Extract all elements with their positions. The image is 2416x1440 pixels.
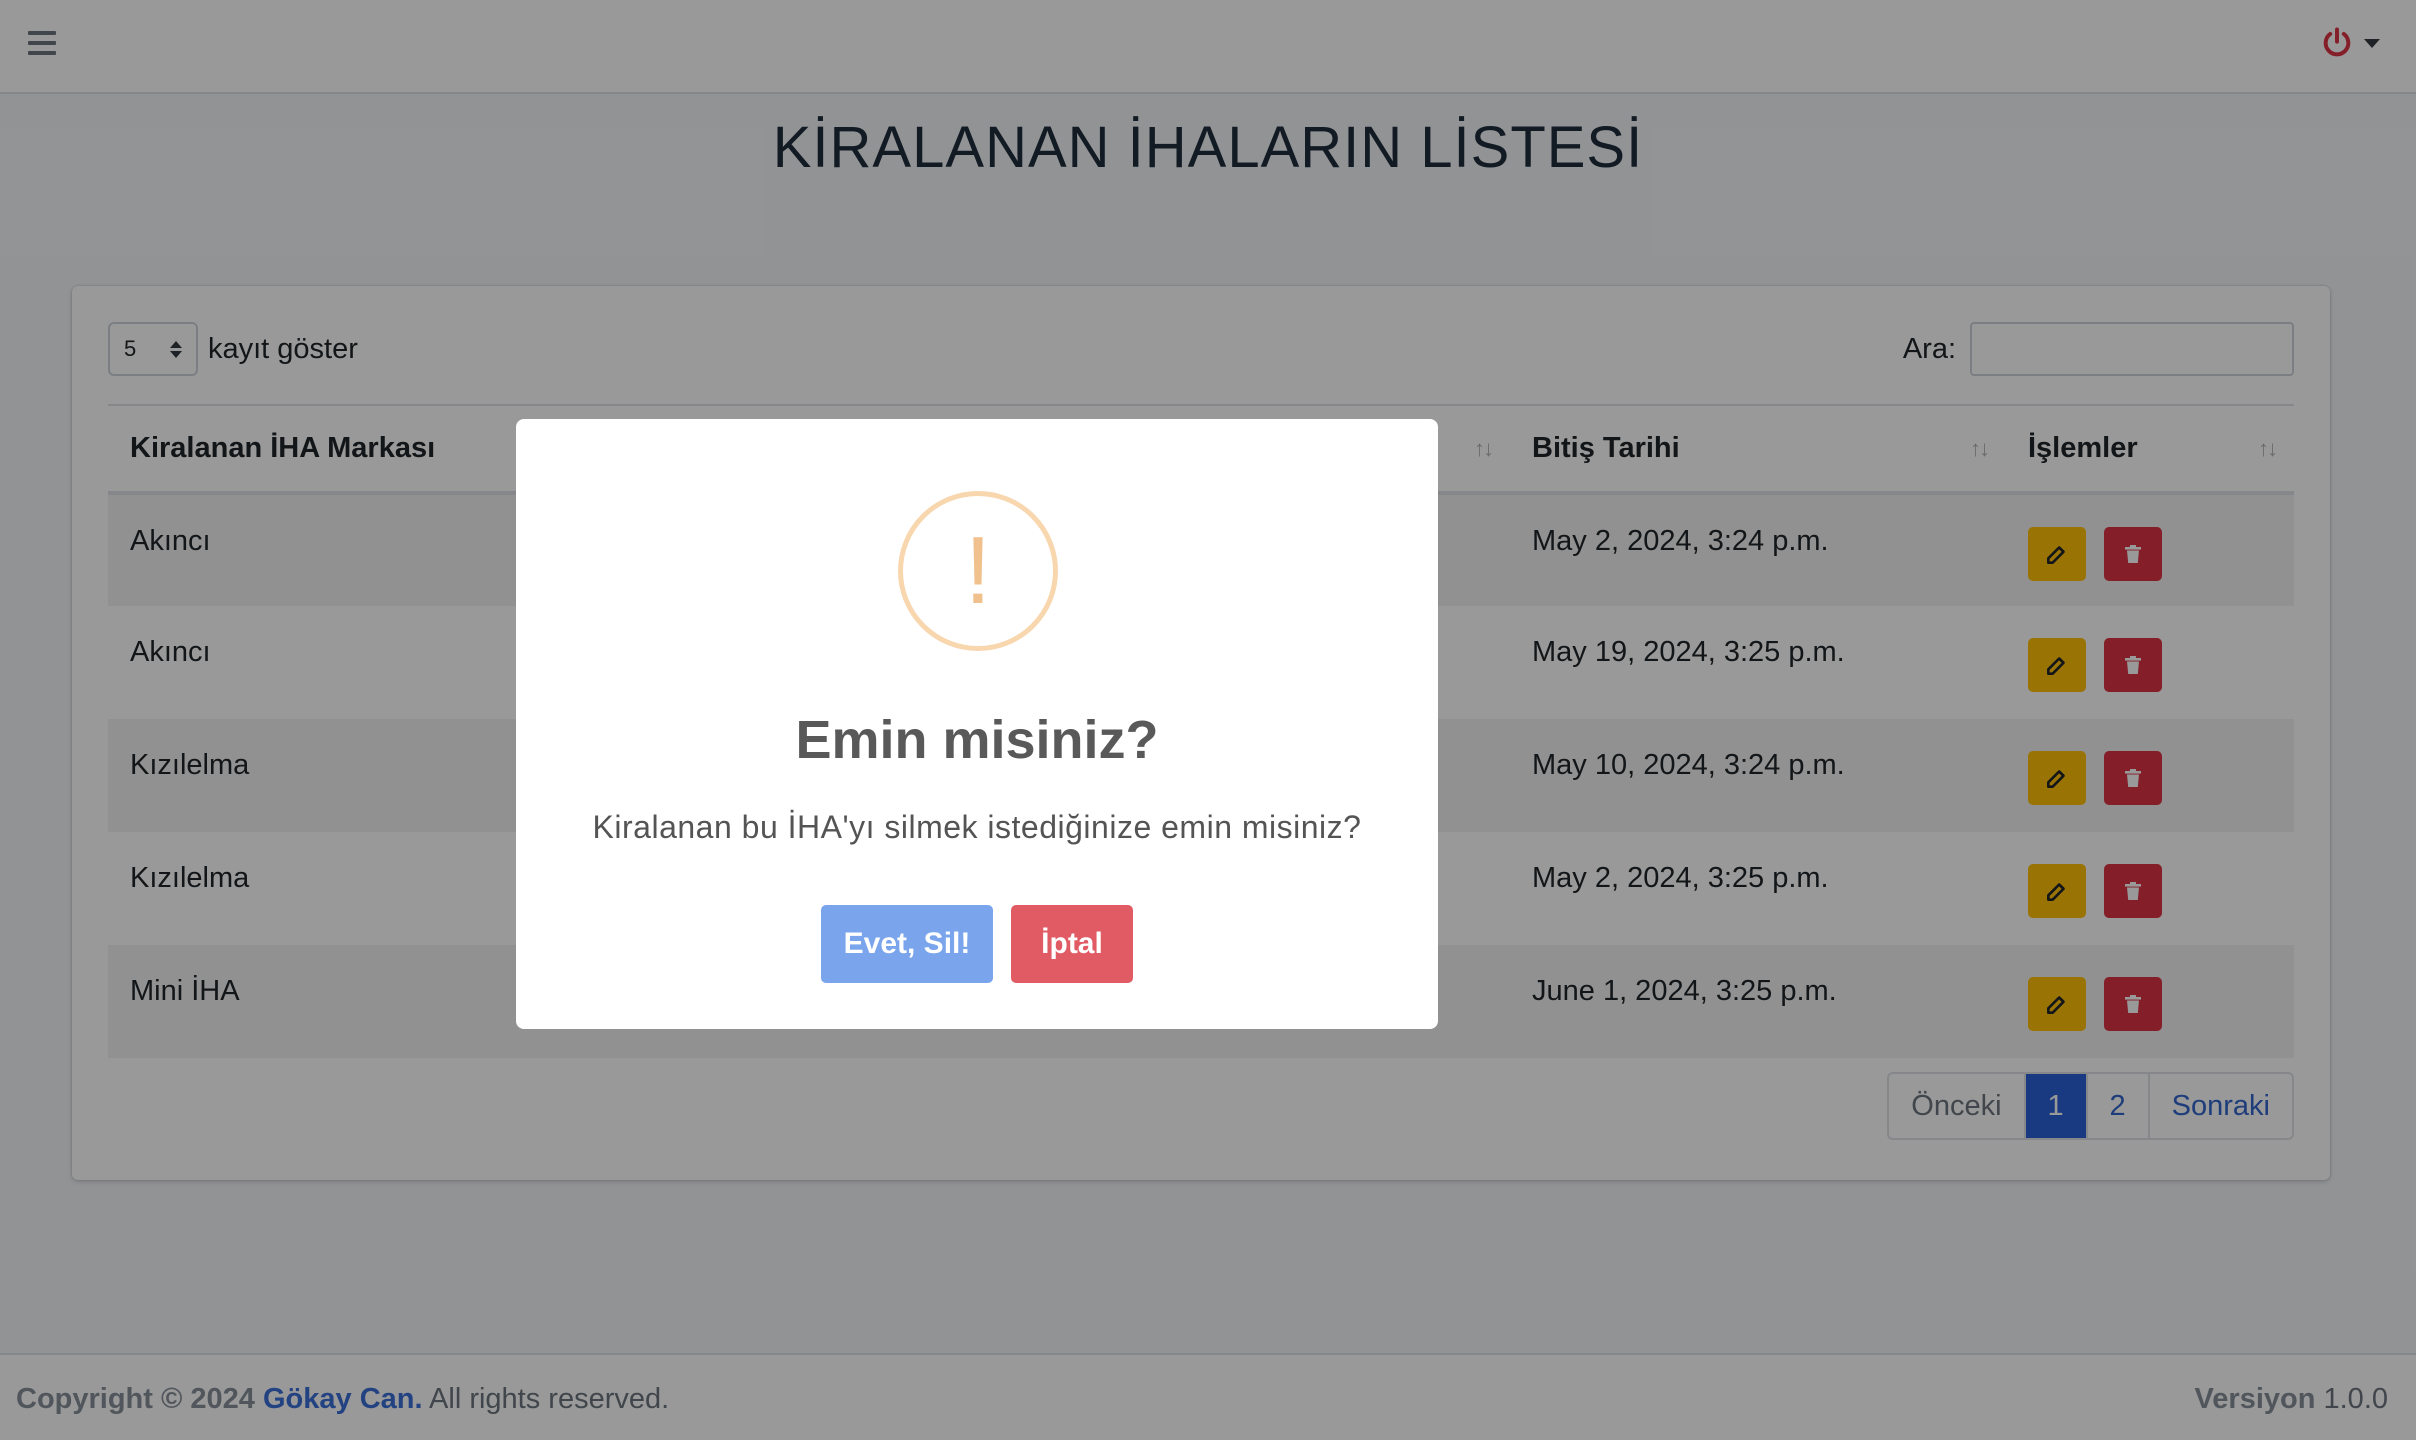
dialog-actions: Evet, Sil! İptal — [516, 905, 1438, 983]
cancel-button[interactable]: İptal — [1011, 905, 1133, 983]
dialog-message: Kiralanan bu İHA'yı silmek istediğinize … — [592, 809, 1362, 845]
dialog-title: Emin misiniz? — [795, 710, 1159, 770]
confirm-delete-button[interactable]: Evet, Sil! — [821, 905, 993, 983]
warning-icon: ! — [898, 491, 1058, 651]
confirm-delete-dialog: ! Emin misiniz? Kiralanan bu İHA'yı silm… — [516, 419, 1438, 1029]
